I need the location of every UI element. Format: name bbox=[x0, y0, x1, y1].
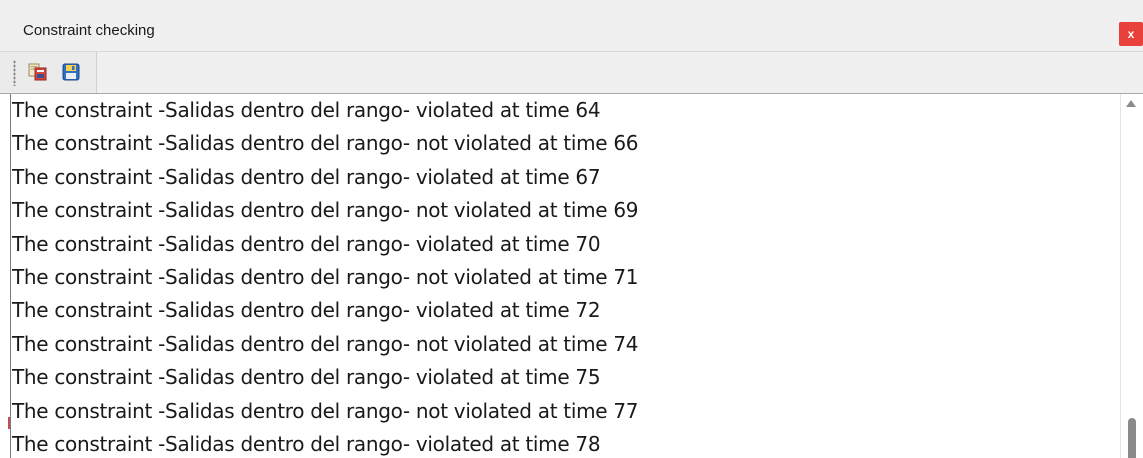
copy-button[interactable] bbox=[27, 61, 49, 83]
log-line: The constraint -Salidas dentro del rango… bbox=[12, 131, 639, 156]
window-title: Constraint checking bbox=[23, 22, 155, 39]
log-text-area[interactable]: The constraint -Salidas dentro del rango… bbox=[10, 94, 1114, 458]
title-bar: Constraint checking x bbox=[0, 0, 1143, 52]
log-line: The constraint -Salidas dentro del rango… bbox=[12, 264, 639, 289]
scroll-up-arrow-icon[interactable] bbox=[1126, 100, 1136, 107]
toolbar-strip bbox=[0, 52, 97, 93]
log-line: The constraint -Salidas dentro del rango… bbox=[12, 298, 601, 323]
constraint-checking-window: Constraint checking x The constraint -Sa… bbox=[0, 0, 1143, 458]
save-icon bbox=[62, 63, 80, 81]
save-button[interactable] bbox=[60, 61, 82, 83]
log-line: The constraint -Salidas dentro del rango… bbox=[12, 98, 601, 122]
log-line: The constraint -Salidas dentro del rango… bbox=[12, 231, 601, 256]
toolbar bbox=[0, 52, 1143, 94]
log-line: The constraint -Salidas dentro del rango… bbox=[12, 365, 601, 390]
log-line: The constraint -Salidas dentro del rango… bbox=[12, 198, 639, 223]
close-button[interactable]: x bbox=[1119, 22, 1143, 46]
log-line: The constraint -Salidas dentro del rango… bbox=[12, 331, 639, 356]
log-line: The constraint -Salidas dentro del rango… bbox=[12, 164, 601, 189]
toolbar-grip[interactable] bbox=[13, 60, 16, 86]
log-panel: The constraint -Salidas dentro del rango… bbox=[0, 94, 1143, 458]
scroll-thumb[interactable] bbox=[1128, 418, 1136, 458]
vertical-scrollbar[interactable] bbox=[1120, 94, 1143, 458]
copy-icon bbox=[28, 63, 47, 81]
edge-marker bbox=[8, 417, 10, 429]
log-line: The constraint -Salidas dentro del rango… bbox=[12, 398, 639, 423]
log-line: The constraint -Salidas dentro del rango… bbox=[12, 431, 601, 456]
